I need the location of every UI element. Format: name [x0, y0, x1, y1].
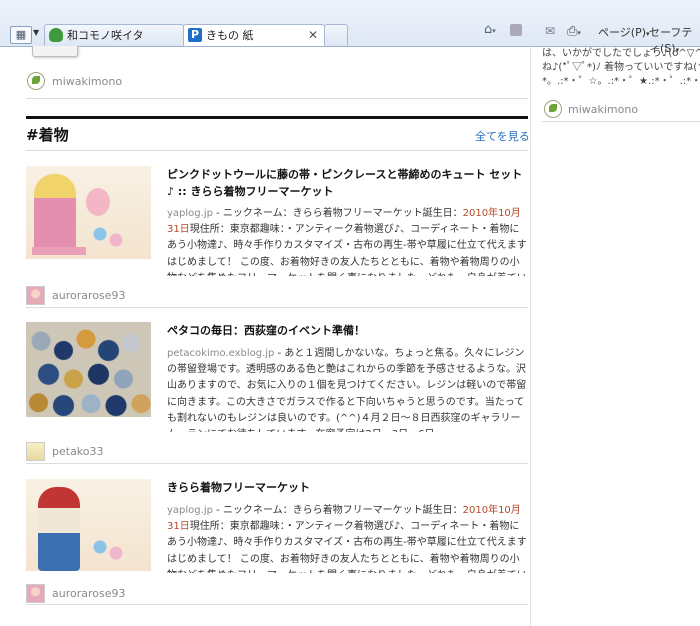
quick-tabs-icon[interactable]: ▦: [10, 26, 32, 44]
feeds-icon[interactable]: [510, 24, 522, 36]
post-title[interactable]: きらら着物フリーマーケット: [167, 479, 527, 496]
command-bar: ⌂▾ ✉ ⎙▾ ページ(P)▾ セーフティ(S)▾: [470, 20, 700, 55]
sidebar-divider: [530, 46, 531, 626]
post-excerpt: yaplog.jp - ニックネーム：きらら着物フリーマーケット誕生日：2010…: [167, 503, 527, 573]
page-menu-button[interactable]: ページ(P)▾: [598, 24, 650, 40]
divider: [26, 98, 528, 99]
author-name[interactable]: petako33: [52, 445, 104, 458]
sidebar-text: ね♪(*ﾟ▽ﾟ*)ﾉ 着物っていいですね(^.^): [542, 62, 700, 73]
poster-title-art: [86, 188, 110, 216]
avatar[interactable]: [27, 72, 45, 90]
author-name[interactable]: aurorarose93: [52, 587, 126, 600]
divider: [26, 604, 528, 605]
avatar[interactable]: [26, 286, 45, 305]
sidebar: は、いかがでしたでしょう♪(o^▽^o)ﾉ ね♪(*ﾟ▽ﾟ*)ﾉ 着物っていいで…: [528, 46, 700, 626]
divider: [26, 150, 528, 151]
author-name[interactable]: aurorarose93: [52, 289, 126, 302]
excerpt-text: - ニックネーム：きらら着物フリーマーケット誕生日：: [212, 505, 463, 516]
avatar[interactable]: [26, 584, 45, 603]
sidebar-text: は、いかがでしたでしょう♪(o^▽^o)ﾉ: [542, 48, 700, 59]
poster-decoration: [88, 222, 128, 252]
excerpt-text: - あと１週間しかないな。ちょっと焦る。久々にレジンの帯留登場です。透明感のある…: [167, 348, 527, 432]
poster-decoration: [88, 535, 128, 565]
browser-tab-wakomono[interactable]: 和コモノ咲イタ: [44, 24, 184, 46]
avatar[interactable]: [544, 100, 562, 118]
excerpt-text: 現住所：東京都趣味：・アンティーク着物選び♪、コーディネート・着物にあう小物達♪…: [167, 521, 527, 573]
tab-label: きもの 紙: [206, 29, 254, 42]
divider: [26, 307, 528, 308]
post-thumbnail[interactable]: [26, 322, 151, 417]
new-tab-button[interactable]: [324, 24, 348, 46]
excerpt-text: - ニックネーム：きらら着物フリーマーケット誕生日：: [212, 208, 463, 219]
poster-strip: [32, 247, 86, 255]
print-icon[interactable]: ⎙▾: [567, 24, 581, 39]
browser-tab-bar: ▦ ▼ 和コモノ咲イタ P きもの 紙 ✕ ⌂▾ ✉ ⎙▾ ページ(P)▾ セー…: [0, 0, 700, 55]
tab-label: 和コモノ咲イタ: [67, 29, 144, 42]
post-title[interactable]: ピンクドットウールに藤の帯・ピンクレースと帯締めのキュート セット♪ :: きら…: [167, 166, 527, 200]
tab-list-dropdown-icon[interactable]: ▼: [33, 28, 39, 37]
home-icon[interactable]: ⌂▾: [484, 23, 498, 36]
post-thumbnail[interactable]: [26, 166, 151, 259]
post-domain[interactable]: yaplog.jp: [167, 208, 213, 219]
divider: [26, 463, 528, 464]
section-rule: [26, 116, 528, 119]
post-domain[interactable]: yaplog.jp: [167, 505, 213, 516]
avatar[interactable]: [26, 442, 45, 461]
post-excerpt: petacokimo.exblog.jp - あと１週間しかないな。ちょっと焦る…: [167, 346, 527, 432]
excerpt-ellipsis: ...: [435, 429, 445, 432]
section-title: #着物: [26, 126, 69, 144]
leaf-favicon-icon: [49, 28, 63, 42]
excerpt-text: 現住所：東京都趣味：・アンティーク着物選び♪、コーディネート・着物にあう小物達♪…: [167, 224, 527, 276]
poster-figure: [34, 174, 76, 254]
poster-figure: [38, 487, 80, 571]
post-domain[interactable]: petacokimo.exblog.jp: [167, 348, 274, 359]
post-thumbnail[interactable]: [26, 479, 151, 571]
see-all-link[interactable]: 全てを見る: [475, 128, 530, 144]
dropdown-remnant: [32, 46, 78, 57]
author-name[interactable]: miwakimono: [52, 75, 122, 88]
author-name[interactable]: miwakimono: [568, 103, 638, 116]
mail-icon[interactable]: ✉: [545, 24, 555, 38]
post-title[interactable]: ペタコの毎日：西荻窪のイベント準備！: [167, 322, 527, 339]
main-content: miwakimono #着物 全てを見る ピンクドットウールに藤の帯・ピンクレー…: [0, 46, 540, 626]
post-excerpt: yaplog.jp - ニックネーム：きらら着物フリーマーケット誕生日：2010…: [167, 206, 527, 276]
sidebar-text: *。.:*・゜☆。.:*・゜★.:*・゜.:*・゜: [542, 76, 700, 87]
p-favicon-icon: P: [188, 28, 202, 42]
close-tab-icon[interactable]: ✕: [308, 25, 318, 46]
browser-tab-kimono[interactable]: P きもの 紙 ✕: [183, 24, 325, 46]
divider: [542, 121, 700, 122]
